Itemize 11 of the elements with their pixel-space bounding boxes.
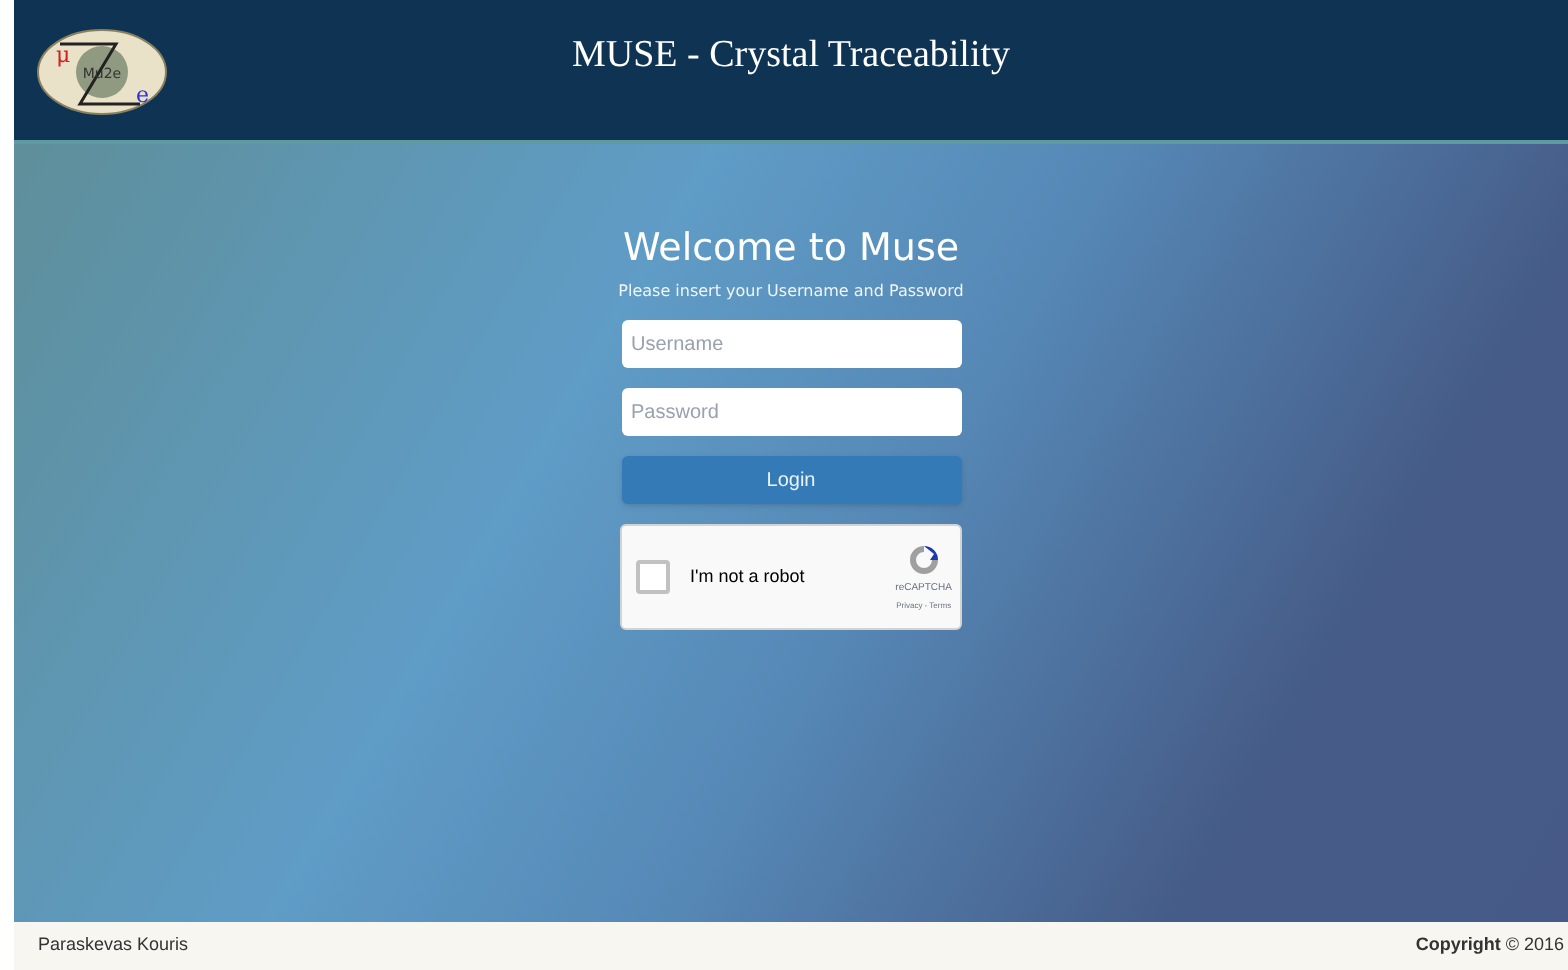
copyright-text: Copyright © 2016 (1415, 932, 1564, 959)
captcha-label: I'm not a robot (690, 563, 807, 590)
captcha-checkbox[interactable] (636, 560, 670, 594)
instructions-text: Please insert your Username and Password (618, 280, 964, 304)
recaptcha-logo-icon (905, 541, 942, 578)
username-field[interactable]: Username (621, 320, 961, 368)
password-field[interactable]: Password (621, 388, 961, 436)
author-name: Paraskevas Kouris (38, 932, 189, 959)
welcome-heading: Welcome to Muse (622, 224, 960, 272)
app-title: MUSE - Crystal Traceability (571, 32, 1011, 80)
login-button[interactable]: Login (621, 456, 961, 504)
